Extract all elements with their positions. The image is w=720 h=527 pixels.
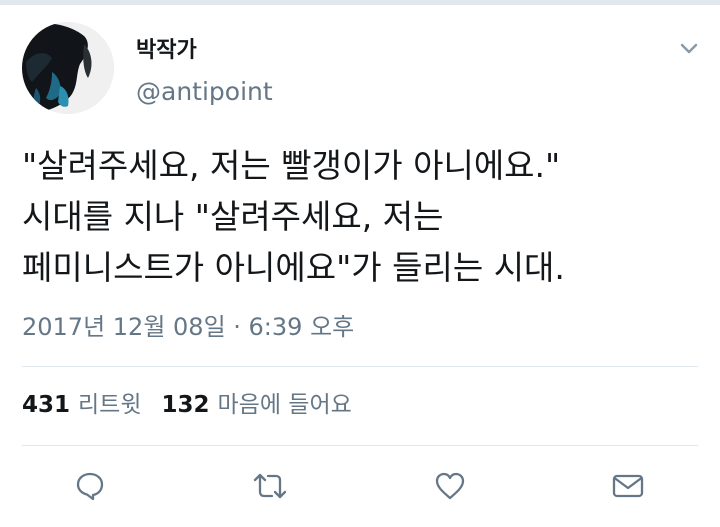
- like-count[interactable]: 132: [162, 392, 210, 418]
- user-handle[interactable]: @antipoint: [136, 76, 273, 108]
- tweet-timestamp[interactable]: 2017년 12월 08일 · 6:39 오후: [22, 309, 354, 345]
- retweet-count[interactable]: 431: [22, 392, 70, 418]
- retweet-label[interactable]: 리트윗: [78, 392, 141, 418]
- like-button[interactable]: [430, 466, 470, 506]
- chevron-down-icon[interactable]: [676, 38, 702, 60]
- like-label[interactable]: 마음에 들어요: [218, 392, 352, 418]
- retweet-icon: [253, 473, 287, 499]
- avatar-image: [22, 22, 114, 114]
- tweet-text: "살려주세요, 저는 빨갱이가 아니에요." 시대를 지나 "살려주세요, 저는…: [22, 140, 712, 293]
- tweet-text-line: 시대를 지나 "살려주세요, 저는: [22, 197, 444, 236]
- tweet-text-line: 페미니스트가 아니에요"가 들리는 시대.: [22, 248, 565, 287]
- top-divider: [0, 0, 720, 5]
- reply-button[interactable]: [70, 466, 110, 506]
- avatar[interactable]: [22, 22, 114, 114]
- stats-bottom-divider: [22, 445, 698, 446]
- like-icon: [435, 472, 465, 500]
- tweet-stats: 431 리트윗 132 마음에 들어요: [22, 385, 372, 425]
- direct-message-icon: [612, 474, 644, 498]
- tweet-text-line: "살려주세요, 저는 빨갱이가 아니에요.": [22, 146, 561, 185]
- direct-message-button[interactable]: [608, 466, 648, 506]
- display-name[interactable]: 박작가: [136, 36, 197, 66]
- retweet-button[interactable]: [250, 466, 290, 506]
- stats-top-divider: [22, 366, 698, 367]
- reply-icon: [76, 472, 104, 501]
